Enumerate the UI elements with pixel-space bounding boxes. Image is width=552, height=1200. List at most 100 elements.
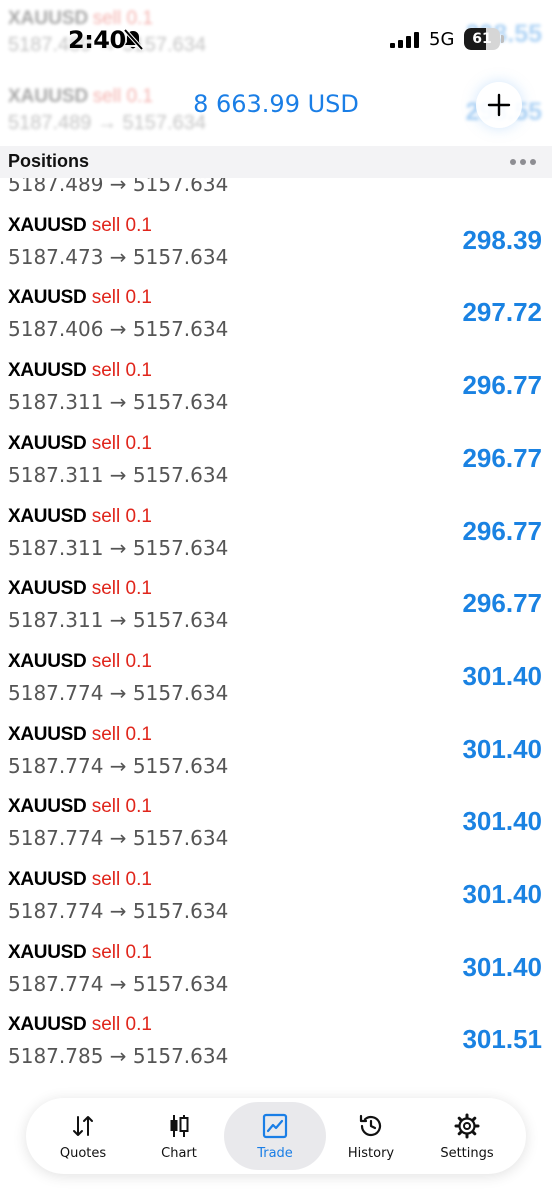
position-row[interactable]: XAUUSD sell 0.1 5187.311 → 5157.634 296.77 <box>0 348 552 420</box>
position-side: sell 0.1 <box>91 723 152 745</box>
position-prices: 5187.311 → 5157.634 <box>8 390 229 415</box>
position-profit: 301.51 <box>462 1024 542 1055</box>
bell-muted-icon <box>122 28 144 52</box>
position-title: XAUUSD sell 0.1 <box>8 796 152 818</box>
position-title: XAUUSD sell 0.1 <box>8 578 152 600</box>
chart-icon <box>170 1115 189 1137</box>
plus-icon <box>487 93 511 117</box>
position-row[interactable]: XAUUSD sell 0.1 5187.774 → 5157.634 301.40 <box>0 712 552 784</box>
trade-icon <box>262 1113 288 1139</box>
position-title: XAUUSD sell 0.1 <box>8 433 152 455</box>
position-profit: 296.77 <box>462 515 542 546</box>
add-order-button[interactable] <box>476 82 522 128</box>
position-title: XAUUSD sell 0.1 <box>8 215 152 237</box>
position-row[interactable]: XAUUSD sell 0.1 5187.311 → 5157.634 296.77 <box>0 494 552 566</box>
position-title: XAUUSD sell 0.1 <box>8 724 152 746</box>
position-row[interactable]: XAUUSD sell 0.1 5187.311 → 5157.634 296.77 <box>0 566 552 638</box>
section-title: Positions <box>8 151 90 171</box>
position-side: sell 0.1 <box>91 941 152 963</box>
position-side: sell 0.1 <box>91 360 152 382</box>
position-title: XAUUSD sell 0.1 <box>8 287 152 309</box>
position-prices: 5187.774 → 5157.634 <box>8 899 229 923</box>
position-side: sell 0.1 <box>91 650 152 672</box>
tab-label: Quotes <box>59 1146 107 1161</box>
signal-icon <box>390 32 420 48</box>
position-symbol: XAUUSD <box>8 650 87 672</box>
network-label: 5G <box>429 29 455 50</box>
position-symbol: XAUUSD <box>8 941 87 963</box>
tab-trade[interactable]: Trade <box>224 1102 326 1170</box>
position-title: XAUUSD sell 0.1 <box>8 942 152 964</box>
tab-history[interactable]: History <box>320 1102 422 1170</box>
position-symbol: XAUUSD <box>8 796 87 818</box>
positions-list: XAUUSD sell 0.15187.489 → 5157.634298.55… <box>0 160 552 1100</box>
position-row[interactable]: XAUUSD sell 0.1 5187.774 → 5157.634 301.40 <box>0 930 552 1002</box>
battery-level: 61 <box>472 31 492 47</box>
position-side: sell 0.1 <box>91 796 152 818</box>
position-symbol: XAUUSD <box>8 1014 87 1036</box>
position-profit: 296.77 <box>462 588 542 619</box>
position-symbol: XAUUSD <box>8 578 87 600</box>
position-symbol: XAUUSD <box>8 432 87 454</box>
position-symbol: XAUUSD <box>8 360 87 382</box>
position-row[interactable]: XAUUSD sell 0.1 5187.311 → 5157.634 296.77 <box>0 421 552 493</box>
position-prices: 5187.774 → 5157.634 <box>8 680 229 705</box>
position-prices: 5187.785 → 5157.634 <box>8 1044 229 1069</box>
position-row[interactable]: XAUUSD sell 0.1 5187.406 → 5157.634 297.72 <box>0 275 552 347</box>
position-prices: 5187.311 → 5157.634 <box>8 608 229 633</box>
status-bar: 2:40 5G 61 <box>0 0 552 82</box>
position-prices: 5187.774 → 5157.634 <box>8 971 229 996</box>
position-profit: 301.40 <box>462 806 542 837</box>
position-side: sell 0.1 <box>91 432 152 454</box>
position-symbol: XAUUSD <box>8 723 87 745</box>
positions-section-header: Positions <box>0 146 552 178</box>
battery-icon: 61 <box>464 28 504 52</box>
position-prices: 5187.774 → 5157.634 <box>8 753 229 778</box>
position-prices: 5187.406 → 5157.634 <box>8 317 229 342</box>
account-balance: 8 663.99 USD <box>193 90 359 118</box>
tab-label: Settings <box>440 1146 494 1161</box>
position-row[interactable]: XAUUSD sell 0.1 5187.774 → 5157.634 301.40 <box>0 784 552 856</box>
position-prices: 5187.473 → 5157.634 <box>8 244 229 269</box>
position-profit: 301.40 <box>462 951 542 982</box>
position-side: sell 0.1 <box>91 869 152 890</box>
position-prices: 5187.311 → 5157.634 <box>8 535 229 560</box>
history-icon <box>359 1114 382 1137</box>
position-side: sell 0.1 <box>91 505 152 527</box>
position-title: XAUUSD sell 0.1 <box>8 360 152 382</box>
header: 8 663.99 USD <box>0 82 552 146</box>
position-profit: 301.40 <box>462 879 542 909</box>
tab-label: Chart <box>161 1146 197 1161</box>
position-profit: 301.40 <box>462 733 542 764</box>
position-profit: 296.77 <box>462 442 542 473</box>
position-profit: 296.77 <box>462 370 542 401</box>
tab-quotes[interactable]: Quotes <box>32 1102 134 1170</box>
tab-label: History <box>347 1146 395 1161</box>
position-row[interactable]: XAUUSD sell 0.1 5187.774 → 5157.634 301.40 <box>0 857 552 929</box>
quotes-icon <box>73 1116 93 1136</box>
position-title: XAUUSD sell 0.1 <box>8 1014 152 1036</box>
position-title: XAUUSD sell 0.1 <box>8 651 152 673</box>
position-row[interactable]: XAUUSD sell 0.1 5187.473 → 5157.634 298.39 <box>0 203 552 275</box>
position-profit: 297.72 <box>462 297 542 328</box>
position-symbol: XAUUSD <box>8 869 87 890</box>
position-title: XAUUSD sell 0.1 <box>8 506 152 528</box>
position-symbol: XAUUSD <box>8 287 87 309</box>
position-side: sell 0.1 <box>91 214 152 236</box>
position-profit: 298.39 <box>462 224 542 255</box>
position-side: sell 0.1 <box>91 287 152 309</box>
position-title: XAUUSD sell 0.1 <box>8 869 152 891</box>
more-options-icon[interactable] <box>510 159 536 165</box>
position-symbol: XAUUSD <box>8 214 87 236</box>
position-prices: 5187.311 → 5157.634 <box>8 462 229 487</box>
settings-icon <box>454 1113 480 1139</box>
position-row[interactable]: XAUUSD sell 0.1 5187.785 → 5157.634 301.51 <box>0 1002 552 1074</box>
tab-chart[interactable]: Chart <box>128 1102 230 1170</box>
position-side: sell 0.1 <box>91 1014 152 1036</box>
position-symbol: XAUUSD <box>8 505 87 527</box>
tab-bar: Quotes Chart Trade History Settings <box>26 1098 526 1174</box>
position-profit: 301.40 <box>462 660 542 691</box>
status-time: 2:40 <box>68 26 126 54</box>
position-row[interactable]: XAUUSD sell 0.1 5187.774 → 5157.634 301.40 <box>0 639 552 711</box>
tab-settings[interactable]: Settings <box>416 1102 518 1170</box>
